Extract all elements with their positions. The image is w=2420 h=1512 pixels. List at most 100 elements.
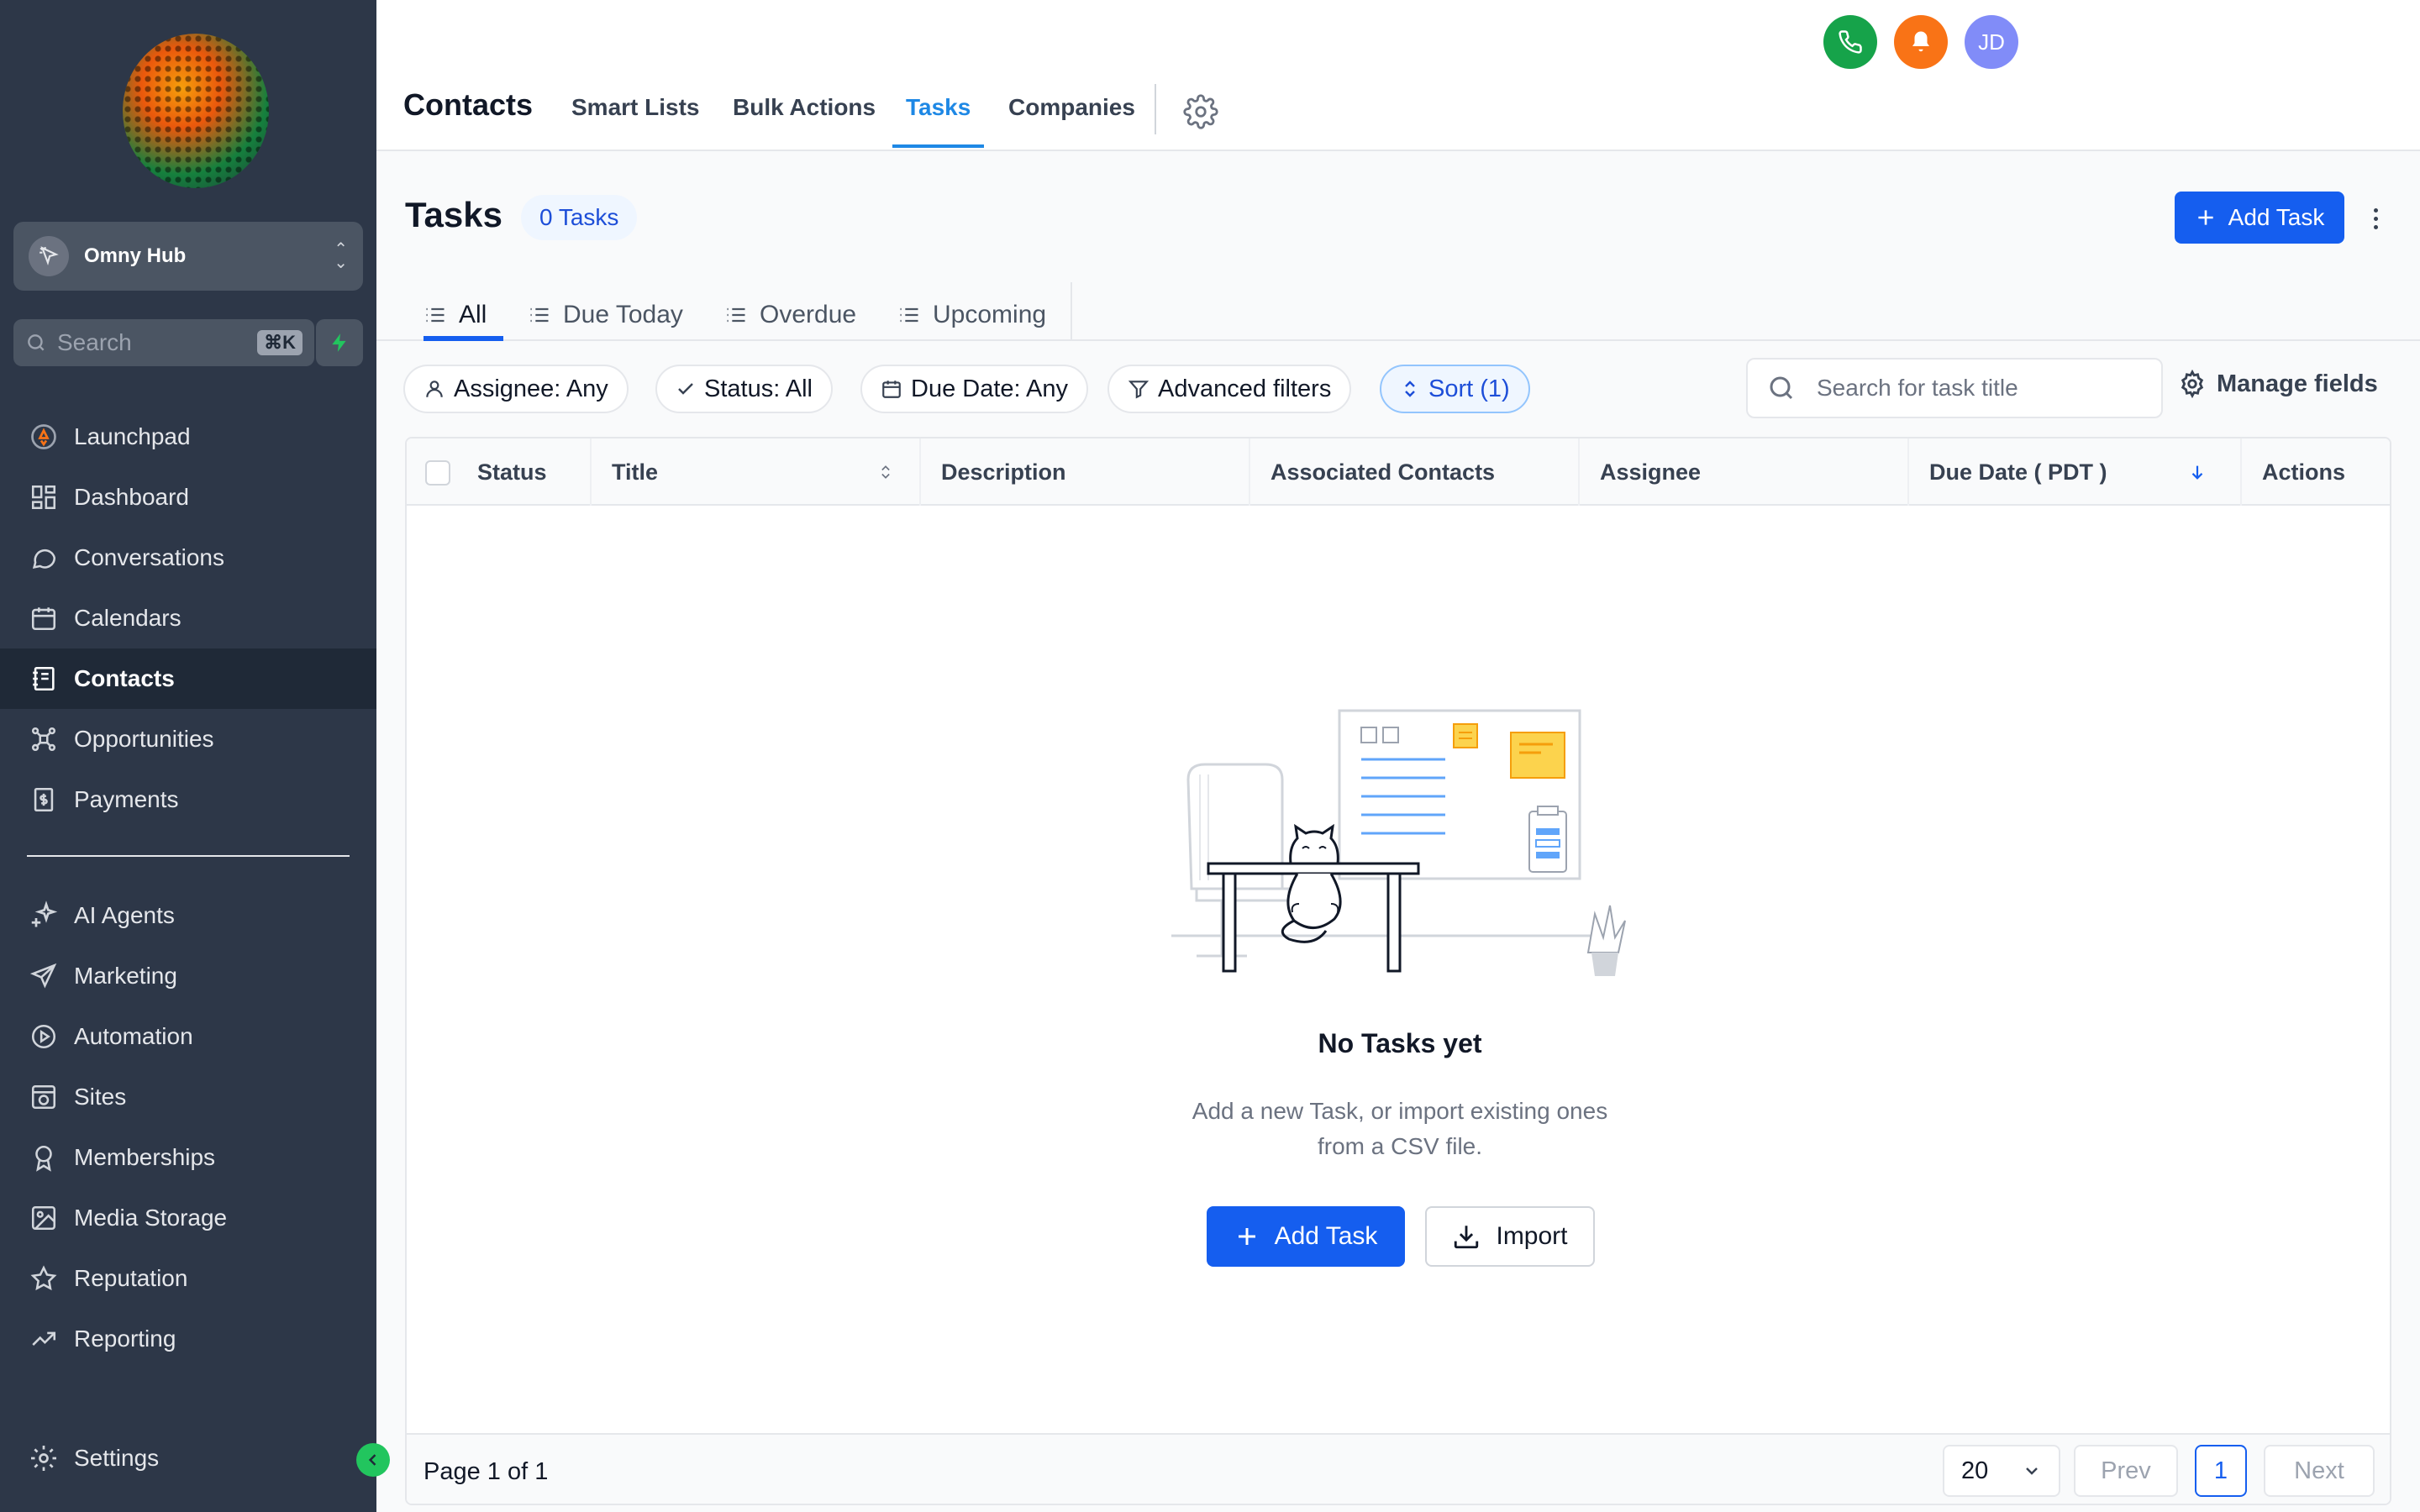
sidebar-item-reporting[interactable]: Reporting	[0, 1309, 376, 1369]
column-label: Due Date ( PDT )	[1929, 459, 2107, 485]
phone-button[interactable]	[1823, 15, 1877, 69]
badge-icon	[27, 1141, 60, 1174]
quick-actions-button[interactable]	[316, 319, 363, 366]
prev-page-button[interactable]: Prev	[2074, 1445, 2178, 1497]
sidebar-item-contacts[interactable]: Contacts	[0, 648, 376, 709]
select-all-checkbox[interactable]	[425, 460, 450, 486]
due-date-filter-label: Due Date: Any	[911, 375, 1068, 402]
status-filter[interactable]: Status: All	[655, 365, 833, 413]
more-options-button[interactable]	[2363, 198, 2388, 239]
subtab-overdue[interactable]: Overdue	[724, 291, 856, 339]
page-title: Tasks	[405, 195, 502, 234]
manage-fields-button[interactable]: Manage fields	[2178, 370, 2378, 398]
empty-add-task-button[interactable]: Add Task	[1207, 1206, 1405, 1267]
add-task-label: Add Task	[2228, 204, 2325, 230]
bell-icon	[1912, 31, 1929, 52]
tab-tasks[interactable]: Tasks	[892, 94, 985, 148]
search-icon	[1770, 376, 1793, 400]
column-associated-contacts[interactable]: Associated Contacts	[1249, 438, 1578, 506]
subtab-separator	[1071, 282, 1072, 339]
sidebar-item-label: Calendars	[74, 605, 182, 631]
trend-icon	[27, 1322, 60, 1356]
sidebar-item-sites[interactable]: Sites	[0, 1067, 376, 1127]
sidebar-item-media-storage[interactable]: Media Storage	[0, 1188, 376, 1248]
download-icon	[1455, 1226, 1479, 1249]
sidebar-item-label: Reporting	[74, 1326, 176, 1352]
task-search-input[interactable]	[1817, 375, 2136, 402]
sidebar-item-calendars[interactable]: Calendars	[0, 588, 376, 648]
sidebar-item-opportunities[interactable]: Opportunities	[0, 709, 376, 769]
sort-icon	[1405, 381, 1415, 397]
sidebar-item-memberships[interactable]: Memberships	[0, 1127, 376, 1188]
list-icon	[900, 307, 918, 323]
sort-button[interactable]: Sort (1)	[1380, 365, 1530, 413]
due-date-filter[interactable]: Due Date: Any	[860, 365, 1088, 413]
column-due-date[interactable]: Due Date ( PDT )	[1907, 438, 2240, 506]
sidebar-item-automation[interactable]: Automation	[0, 1006, 376, 1067]
cursor-icon	[29, 236, 69, 276]
check-icon	[678, 383, 693, 395]
automation-icon	[27, 1020, 60, 1053]
contacts-icon	[27, 662, 60, 696]
settings-gear-button[interactable]	[1183, 94, 1218, 134]
top-navigation: Contacts Smart Lists Bulk Actions Tasks …	[376, 0, 2420, 151]
tab-bulk-actions[interactable]: Bulk Actions	[733, 94, 876, 148]
column-title[interactable]: Title	[590, 438, 919, 506]
collapse-sidebar-button[interactable]	[356, 1443, 390, 1477]
next-page-button[interactable]: Next	[2264, 1445, 2375, 1497]
import-button[interactable]: Import	[1425, 1206, 1595, 1267]
sidebar-item-label: Payments	[74, 786, 179, 812]
subtab-all[interactable]: All	[424, 291, 504, 341]
tab-divider	[1155, 84, 1156, 134]
column-label: Status	[477, 459, 547, 485]
subtab-upcoming[interactable]: Upcoming	[897, 291, 1046, 339]
user-avatar[interactable]: JD	[1965, 15, 2018, 69]
empty-state-illustration	[1171, 709, 1626, 976]
sidebar-item-label: Launchpad	[74, 423, 191, 449]
chat-icon	[27, 541, 60, 575]
kebab-dot	[2373, 216, 2378, 221]
column-assignee[interactable]: Assignee	[1578, 438, 1907, 506]
subtab-due-today[interactable]: Due Today	[528, 291, 683, 339]
column-status[interactable]: Status	[457, 438, 575, 506]
subtab-label: Due Today	[563, 301, 683, 328]
empty-add-task-label: Add Task	[1274, 1222, 1378, 1250]
subtabs-divider	[376, 339, 2420, 341]
rocket-icon	[27, 420, 60, 454]
calendar-icon	[882, 381, 901, 398]
kebab-dot	[2373, 207, 2378, 213]
advanced-filters-button[interactable]: Advanced filters	[1107, 365, 1352, 413]
sidebar-search[interactable]: Search ⌘K	[13, 319, 314, 366]
subtab-label: All	[459, 301, 487, 328]
search-icon	[28, 334, 45, 351]
arrow-down-icon	[2191, 465, 2203, 480]
sidebar-item-reputation[interactable]: Reputation	[0, 1248, 376, 1309]
column-label: Actions	[2262, 459, 2346, 485]
list-icon	[530, 307, 549, 323]
page-number-button[interactable]: 1	[2195, 1445, 2247, 1497]
sidebar-item-conversations[interactable]: Conversations	[0, 528, 376, 588]
sidebar-item-dashboard[interactable]: Dashboard	[0, 467, 376, 528]
task-search-field[interactable]	[1746, 358, 2163, 418]
tab-companies[interactable]: Companies	[1008, 94, 1135, 148]
sidebar-item-label: Contacts	[74, 665, 175, 691]
star-icon	[27, 1262, 60, 1295]
column-label: Description	[941, 459, 1066, 485]
add-task-button[interactable]: Add Task	[2175, 192, 2344, 244]
sidebar-item-launchpad[interactable]: Launchpad	[0, 407, 376, 467]
sidebar-item-payments[interactable]: Payments	[0, 769, 376, 830]
sort-label: Sort (1)	[1428, 375, 1510, 402]
notifications-button[interactable]	[1894, 15, 1948, 69]
send-icon	[27, 959, 60, 993]
sidebar-item-marketing[interactable]: Marketing	[0, 946, 376, 1006]
sidebar-item-ai-agents[interactable]: AI Agents	[0, 885, 376, 946]
import-label: Import	[1496, 1222, 1568, 1250]
assignee-filter[interactable]: Assignee: Any	[403, 365, 629, 413]
column-description[interactable]: Description	[919, 438, 1249, 506]
chevron-updown-icon: ⌃ ⌄	[334, 240, 348, 272]
per-page-select[interactable]: 20	[1943, 1445, 2060, 1497]
tab-smart-lists[interactable]: Smart Lists	[571, 94, 700, 148]
tasks-table: Status Title Description Associated Cont…	[405, 437, 2391, 1505]
account-switcher[interactable]: Omny Hub ⌃ ⌄	[13, 222, 363, 291]
sidebar-item-settings[interactable]: Settings	[0, 1428, 376, 1488]
